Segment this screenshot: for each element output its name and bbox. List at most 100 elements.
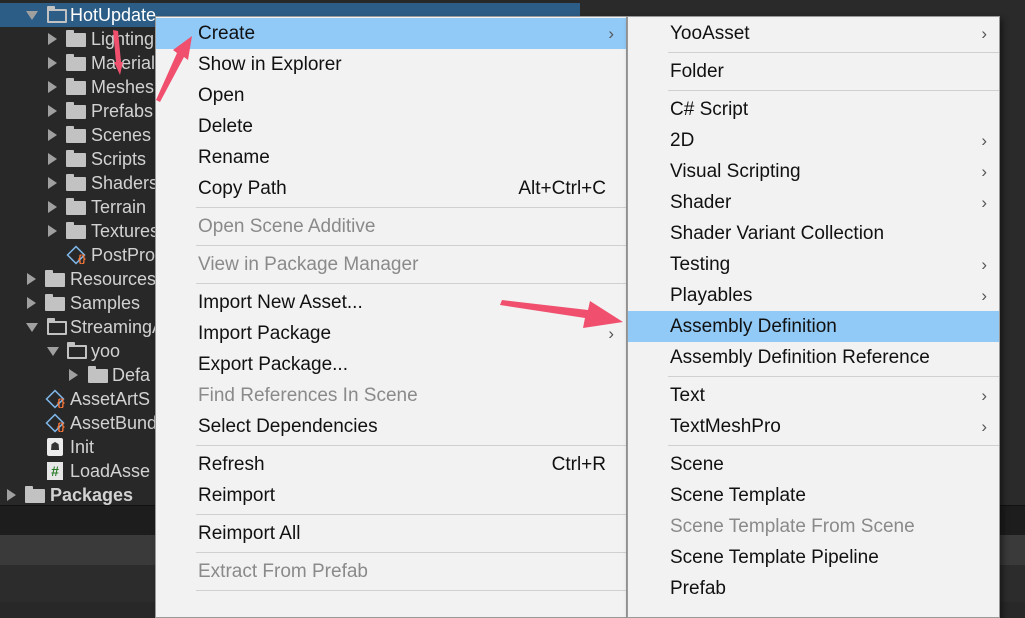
folder-icon [66, 150, 86, 167]
chevron-right-icon: › [981, 161, 987, 181]
menu-item-reimport-all[interactable]: Reimport All [156, 518, 626, 549]
tree-item-label: AssetBund [70, 412, 158, 433]
menu-item-label: Extract From Prefab [198, 560, 368, 582]
tree-item-label: Lighting [91, 28, 155, 49]
chevron-right-icon[interactable] [48, 153, 57, 165]
chevron-right-icon[interactable] [7, 489, 16, 501]
submenu-item-scene[interactable]: Scene [628, 449, 999, 480]
tree-item-label: Packages [50, 484, 134, 505]
chevron-right-icon[interactable] [48, 33, 57, 45]
submenu-item-textmeshpro[interactable]: TextMeshPro › [628, 411, 999, 442]
submenu-item-playables[interactable]: Playables › [628, 280, 999, 311]
chevron-right-icon: › [981, 385, 987, 405]
folder-icon [66, 54, 86, 71]
chevron-right-icon[interactable] [48, 105, 57, 117]
submenu-item-prefab[interactable]: Prefab [628, 573, 999, 604]
menu-item-extract-from-prefab[interactable]: Extract From Prefab [156, 556, 626, 587]
menu-item-open-scene-additive[interactable]: Open Scene Additive [156, 211, 626, 242]
menu-item-label: Shader [670, 191, 732, 213]
folder-icon [66, 78, 86, 95]
submenu-item-scene-template-pipeline[interactable]: Scene Template Pipeline [628, 542, 999, 573]
folder-open-icon [47, 318, 67, 335]
submenu-item-testing[interactable]: Testing › [628, 249, 999, 280]
menu-item-reimport[interactable]: Reimport [156, 480, 626, 511]
submenu-item-shader[interactable]: Shader › [628, 187, 999, 218]
script-brace-icon: {} [57, 398, 65, 409]
chevron-right-icon: › [981, 254, 987, 274]
submenu-item-visual-scripting[interactable]: Visual Scripting › [628, 156, 999, 187]
chevron-down-icon[interactable] [26, 10, 38, 20]
chevron-right-icon[interactable] [48, 177, 57, 189]
menu-item-refresh[interactable]: Refresh Ctrl+R [156, 449, 626, 480]
menu-item-label: Scene Template [670, 484, 806, 506]
chevron-down-icon[interactable] [47, 346, 59, 356]
tree-item-label: HotUpdate [70, 4, 157, 25]
submenu-item-folder[interactable]: Folder [628, 56, 999, 87]
folder-icon [66, 174, 86, 191]
menu-item-label: Import New Asset... [198, 291, 363, 313]
menu-item-label: Copy Path [198, 177, 287, 199]
chevron-right-icon[interactable] [48, 201, 57, 213]
submenu-item-text[interactable]: Text › [628, 380, 999, 411]
menu-item-export-package[interactable]: Export Package... [156, 349, 626, 380]
folder-icon [66, 126, 86, 143]
chevron-right-icon[interactable] [48, 225, 57, 237]
menu-item-find-references[interactable]: Find References In Scene [156, 380, 626, 411]
menu-item-label: Testing [670, 253, 731, 275]
menu-item-select-dependencies[interactable]: Select Dependencies [156, 411, 626, 442]
chevron-right-icon[interactable] [48, 129, 57, 141]
submenu-item-2d[interactable]: 2D › [628, 125, 999, 156]
menu-item-rename[interactable]: Rename [156, 142, 626, 173]
tree-item-label: Samples [70, 292, 141, 313]
tree-item-label: Scripts [91, 148, 147, 169]
tree-item-label: LoadAsse [70, 460, 151, 481]
submenu-item-assembly-definition-reference[interactable]: Assembly Definition Reference [628, 342, 999, 373]
tree-item-label: Terrain [91, 196, 147, 217]
chevron-right-icon[interactable] [27, 273, 36, 285]
menu-separator [668, 376, 999, 377]
menu-item-label: C# Script [670, 98, 749, 120]
chevron-right-icon[interactable] [48, 57, 57, 69]
menu-item-copy-path[interactable]: Copy Path Alt+Ctrl+C [156, 173, 626, 204]
menu-item-label: Shader Variant Collection [670, 222, 885, 244]
menu-item-label: 2D [670, 129, 695, 151]
menu-item-label: Visual Scripting [670, 160, 801, 182]
submenu-item-csharp-script[interactable]: C# Script [628, 94, 999, 125]
chevron-right-icon[interactable] [27, 297, 36, 309]
chevron-right-icon[interactable] [69, 369, 78, 381]
script-brace-icon: {} [78, 254, 86, 265]
submenu-item-yooasset[interactable]: YooAsset › [628, 18, 999, 49]
chevron-down-icon[interactable] [26, 322, 38, 332]
menu-item-import-package[interactable]: Import Package › [156, 318, 626, 349]
tree-item-label: PostPro [91, 244, 156, 265]
context-menu: Create › Show in Explorer Open Delete Re… [155, 16, 627, 618]
chevron-right-icon: › [981, 192, 987, 212]
submenu-item-assembly-definition[interactable]: Assembly Definition [628, 311, 999, 342]
submenu-item-scene-template[interactable]: Scene Template [628, 480, 999, 511]
menu-item-label: Folder [670, 60, 724, 82]
menu-item-delete[interactable]: Delete [156, 111, 626, 142]
menu-separator [196, 207, 626, 208]
chevron-right-icon: › [608, 323, 614, 343]
menu-item-label: Scene Template From Scene [670, 515, 915, 537]
menu-separator [196, 445, 626, 446]
folder-open-icon [47, 6, 67, 23]
menu-item-label: Scene [670, 453, 724, 475]
menu-item-label: Open [198, 84, 245, 106]
menu-item-show-in-explorer[interactable]: Show in Explorer [156, 49, 626, 80]
menu-item-create[interactable]: Create › [156, 18, 626, 49]
menu-item-open[interactable]: Open [156, 80, 626, 111]
menu-item-label: Open Scene Additive [198, 215, 376, 237]
menu-item-view-in-package-manager[interactable]: View in Package Manager [156, 249, 626, 280]
chevron-right-icon[interactable] [48, 81, 57, 93]
menu-item-import-new-asset[interactable]: Import New Asset... [156, 287, 626, 318]
menu-separator [196, 283, 626, 284]
chevron-right-icon: › [981, 285, 987, 305]
menu-item-label: Text [670, 384, 705, 406]
tree-item-label: yoo [91, 340, 121, 361]
chevron-right-icon: › [981, 416, 987, 436]
submenu-item-shader-variant-collection[interactable]: Shader Variant Collection [628, 218, 999, 249]
tree-item-label: AssetArtS [70, 388, 151, 409]
menu-item-label: Show in Explorer [198, 53, 342, 75]
submenu-item-scene-template-from-scene[interactable]: Scene Template From Scene [628, 511, 999, 542]
